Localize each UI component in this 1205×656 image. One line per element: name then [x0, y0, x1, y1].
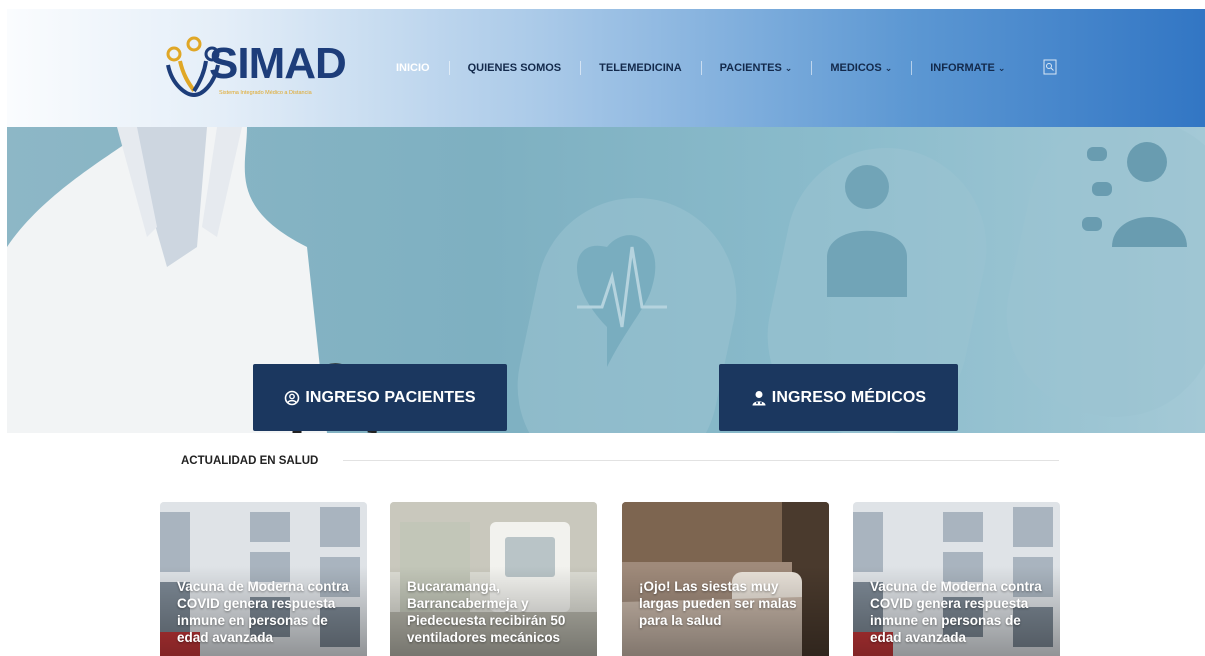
nav-item-pacientes[interactable]: PACIENTES ⌄	[700, 58, 812, 78]
user-circle-icon	[284, 390, 300, 406]
nav-label: TELEMEDICINA	[599, 62, 682, 74]
chevron-down-icon: ⌄	[997, 62, 1006, 73]
news-title: Vacuna de Moderna contra COVID genera re…	[177, 579, 349, 645]
main-nav: INICIO QUIENES SOMOS TELEMEDICINA PACIEN…	[377, 58, 1024, 78]
news-card[interactable]: Vacuna de Moderna contra COVID genera re…	[853, 502, 1060, 656]
hero-background-illustration	[7, 127, 1205, 433]
section-title: ACTUALIDAD EN SALUD	[181, 455, 319, 467]
logo-wordmark: SIMAD	[209, 39, 347, 88]
ingreso-pacientes-button[interactable]: INGRESO PACIENTES	[253, 364, 507, 431]
nav-label: PACIENTES	[719, 62, 782, 74]
news-title: Bucaramanga, Barrancabermeja y Piedecues…	[407, 579, 566, 645]
section-divider	[343, 460, 1059, 461]
ingreso-medicos-button[interactable]: INGRESO MÉDICOS	[719, 364, 958, 431]
hero-banner: INGRESO PACIENTES INGRESO MÉDICOS	[7, 127, 1205, 433]
logo-subtitle: Sistema Integrado Médico a Distancia	[219, 90, 312, 96]
nav-label: QUIENES SOMOS	[467, 62, 562, 74]
site-header: SIMAD Sistema Integrado Médico a Distanc…	[7, 9, 1205, 127]
nav-item-informate[interactable]: INFORMATE ⌄	[911, 58, 1024, 78]
ingreso-pacientes-label: INGRESO PACIENTES	[305, 388, 476, 406]
nav-label: INICIO	[396, 62, 430, 74]
chevron-down-icon: ⌄	[784, 62, 793, 73]
nav-item-inicio[interactable]: INICIO	[377, 58, 449, 78]
chevron-down-icon: ⌄	[884, 62, 893, 73]
news-card[interactable]: ¡Ojo! Las siestas muy largas pueden ser …	[622, 502, 829, 656]
page: SIMAD Sistema Integrado Médico a Distanc…	[7, 9, 1205, 656]
news-title: Vacuna de Moderna contra COVID genera re…	[870, 579, 1042, 645]
search-icon[interactable]	[1043, 59, 1057, 75]
nav-item-quienes-somos[interactable]: QUIENES SOMOS	[448, 58, 581, 78]
nav-item-telemedicina[interactable]: TELEMEDICINA	[580, 58, 701, 78]
nav-label: INFORMATE	[930, 62, 995, 74]
news-title: ¡Ojo! Las siestas muy largas pueden ser …	[639, 579, 797, 628]
nav-label: MEDICOS	[830, 62, 882, 74]
doctor-icon	[751, 390, 767, 406]
simad-logo[interactable]: SIMAD Sistema Integrado Médico a Distanc…	[162, 35, 347, 97]
news-card[interactable]: Vacuna de Moderna contra COVID genera re…	[160, 502, 367, 656]
ingreso-medicos-label: INGRESO MÉDICOS	[771, 388, 927, 406]
nav-item-medicos[interactable]: MEDICOS ⌄	[811, 58, 911, 78]
news-card[interactable]: Bucaramanga, Barrancabermeja y Piedecues…	[390, 502, 597, 656]
